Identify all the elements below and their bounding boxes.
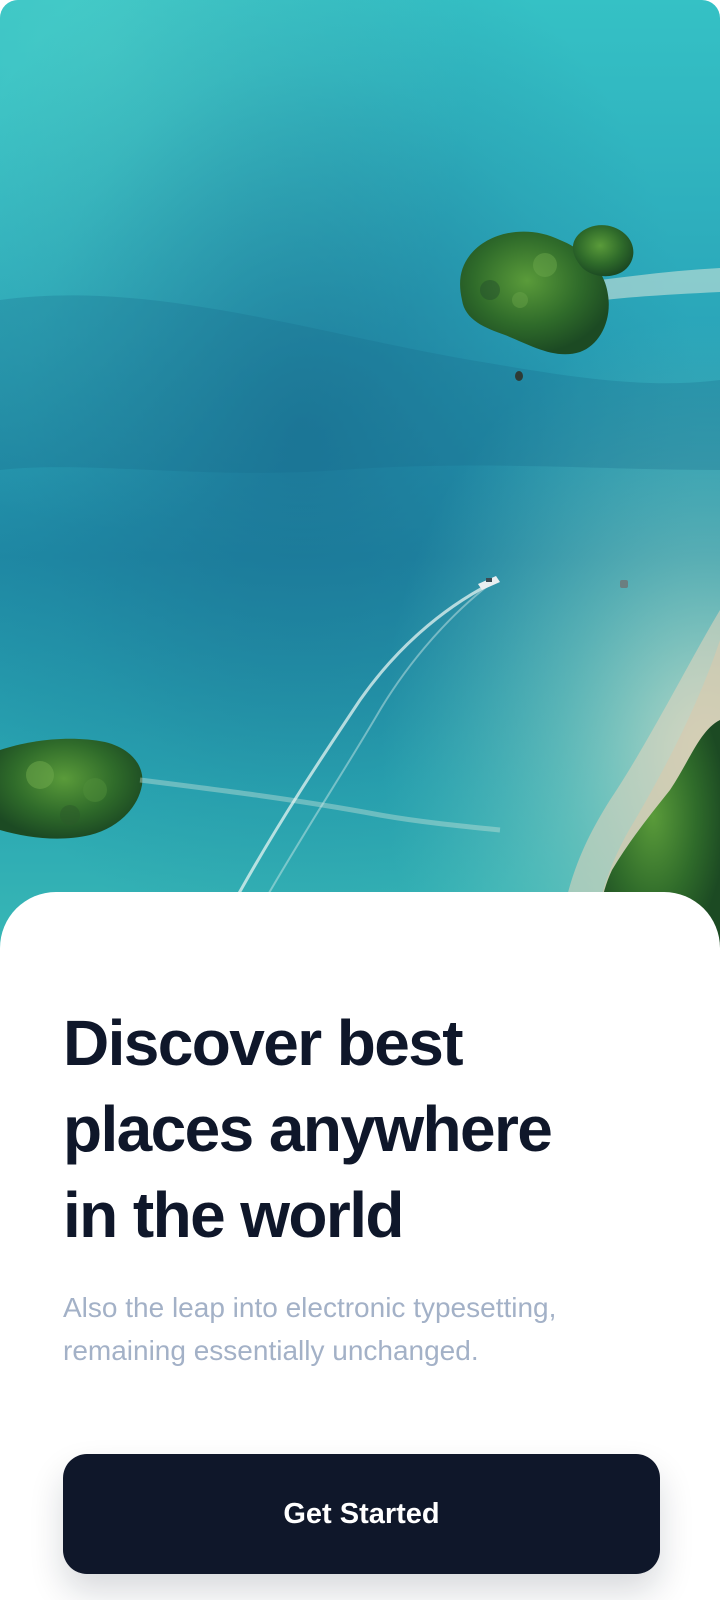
- onboarding-headline: Discover best places anywhere in the wor…: [63, 1000, 683, 1258]
- get-started-button[interactable]: Get Started: [63, 1454, 660, 1574]
- subtitle-line: Also the leap into electronic typesettin…: [63, 1292, 557, 1323]
- subtitle-line: remaining essentially unchanged.: [63, 1335, 479, 1366]
- headline-line: places anywhere: [63, 1093, 553, 1165]
- headline-line: in the world: [63, 1179, 405, 1251]
- headline-line: Discover best: [63, 1007, 464, 1079]
- onboarding-subtitle: Also the leap into electronic typesettin…: [63, 1286, 693, 1372]
- hero-aerial-image: [0, 0, 720, 960]
- aerial-sea-islands-photo: [0, 0, 720, 960]
- onboarding-screen: Discover best places anywhere in the wor…: [0, 0, 720, 1600]
